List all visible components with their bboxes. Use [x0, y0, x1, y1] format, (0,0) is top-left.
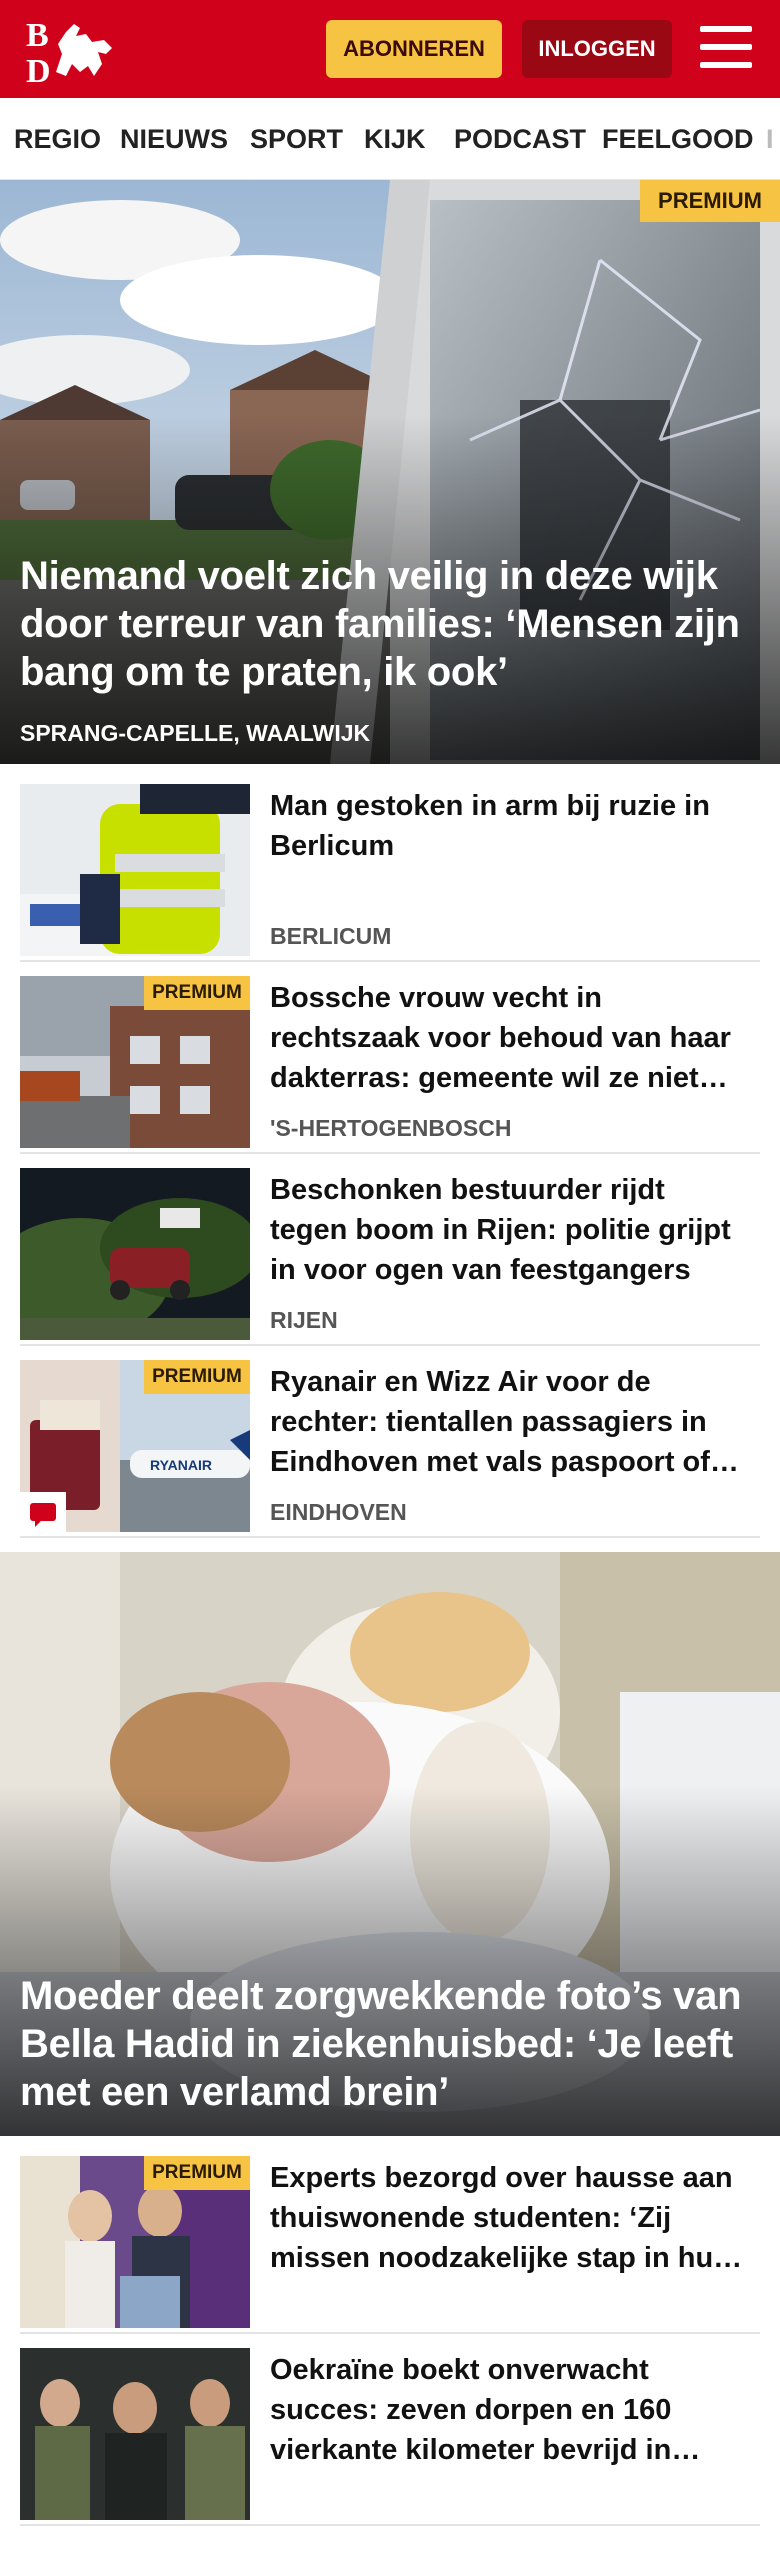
article-location: 'S-HERTOGENBOSCH — [270, 1115, 512, 1141]
article-thumbnail: PREMIUM — [20, 976, 250, 1148]
article-title[interactable]: Experts bezorgd over hausse aan thuiswon… — [270, 2158, 750, 2278]
hero-title[interactable]: Moeder deelt zorgwekkende foto’s van Bel… — [20, 1972, 760, 2116]
article-title[interactable]: Man gestoken in arm bij ruzie in Berlicu… — [270, 786, 750, 866]
article-card[interactable]: PREMIUM Bossche vrouw vecht in rechtszaa… — [20, 976, 760, 1154]
article-thumbnail — [20, 784, 250, 956]
article-card[interactable]: Oekraïne boekt onverwacht succes: zeven … — [20, 2348, 760, 2526]
hero-article[interactable]: Moeder deelt zorgwekkende foto’s van Bel… — [0, 1552, 780, 2136]
svg-text:B: B — [26, 17, 49, 54]
svg-text:RYANAIR: RYANAIR — [150, 1457, 212, 1473]
article-title[interactable]: Oekraïne boekt onverwacht succes: zeven … — [270, 2350, 750, 2470]
article-thumbnail: RYANAIR PREMIUM — [20, 1360, 250, 1532]
article-location: EINDHOVEN — [270, 1499, 407, 1525]
hero-location: SPRANG-CAPELLE, WAALWIJK — [20, 720, 371, 746]
nav-item-kijk[interactable]: KIJK — [364, 98, 426, 179]
comment-icon[interactable] — [20, 1492, 66, 1532]
hero-article[interactable]: PREMIUM Niemand voelt zich veilig in dez… — [0, 180, 780, 764]
article-location: RIJEN — [270, 1307, 338, 1333]
nav-item-nieuws[interactable]: NIEUWS — [120, 98, 228, 179]
article-card[interactable]: Man gestoken in arm bij ruzie in Berlicu… — [20, 784, 760, 962]
article-thumbnail — [20, 2348, 250, 2520]
article-title[interactable]: Ryanair en Wizz Air voor de rechter: tie… — [270, 1362, 750, 1482]
article-title[interactable]: Bossche vrouw vecht in rechtszaak voor b… — [270, 978, 750, 1098]
section-nav: REGIO NIEUWS SPORT KIJK PODCAST FEELGOOD… — [0, 98, 780, 180]
premium-badge: PREMIUM — [144, 1360, 250, 1394]
article-card[interactable]: RYANAIR PREMIUM Ryanair en Wizz Air voor… — [20, 1360, 760, 1538]
login-button[interactable]: INLOGGEN — [522, 20, 672, 78]
article-thumbnail — [20, 1168, 250, 1340]
hero-title[interactable]: Niemand voelt zich veilig in deze wijk d… — [20, 552, 760, 696]
nav-item-podcast[interactable]: PODCAST — [454, 98, 586, 179]
nav-item-overflow[interactable]: I — [766, 98, 774, 179]
premium-badge: PREMIUM — [144, 976, 250, 1010]
article-thumbnail: PREMIUM — [20, 2156, 250, 2328]
nav-item-regio[interactable]: REGIO — [14, 98, 101, 179]
article-location: BERLICUM — [270, 923, 392, 949]
premium-badge: PREMIUM — [640, 180, 780, 222]
nav-item-feelgood[interactable]: FEELGOOD — [602, 98, 754, 179]
nav-item-sport[interactable]: SPORT — [250, 98, 343, 179]
article-card[interactable]: PREMIUM Experts bezorgd over hausse aan … — [20, 2156, 760, 2334]
article-card[interactable]: Beschonken bestuurder rijdt tegen boom i… — [20, 1168, 760, 1346]
svg-text:D: D — [26, 53, 51, 86]
premium-badge: PREMIUM — [144, 2156, 250, 2190]
article-title[interactable]: Beschonken bestuurder rijdt tegen boom i… — [270, 1170, 750, 1290]
site-header: B D ABONNEREN INLOGGEN — [0, 0, 780, 98]
bd-logo[interactable]: B D — [22, 14, 122, 86]
subscribe-button[interactable]: ABONNEREN — [326, 20, 502, 78]
hamburger-menu-icon[interactable] — [700, 26, 752, 72]
